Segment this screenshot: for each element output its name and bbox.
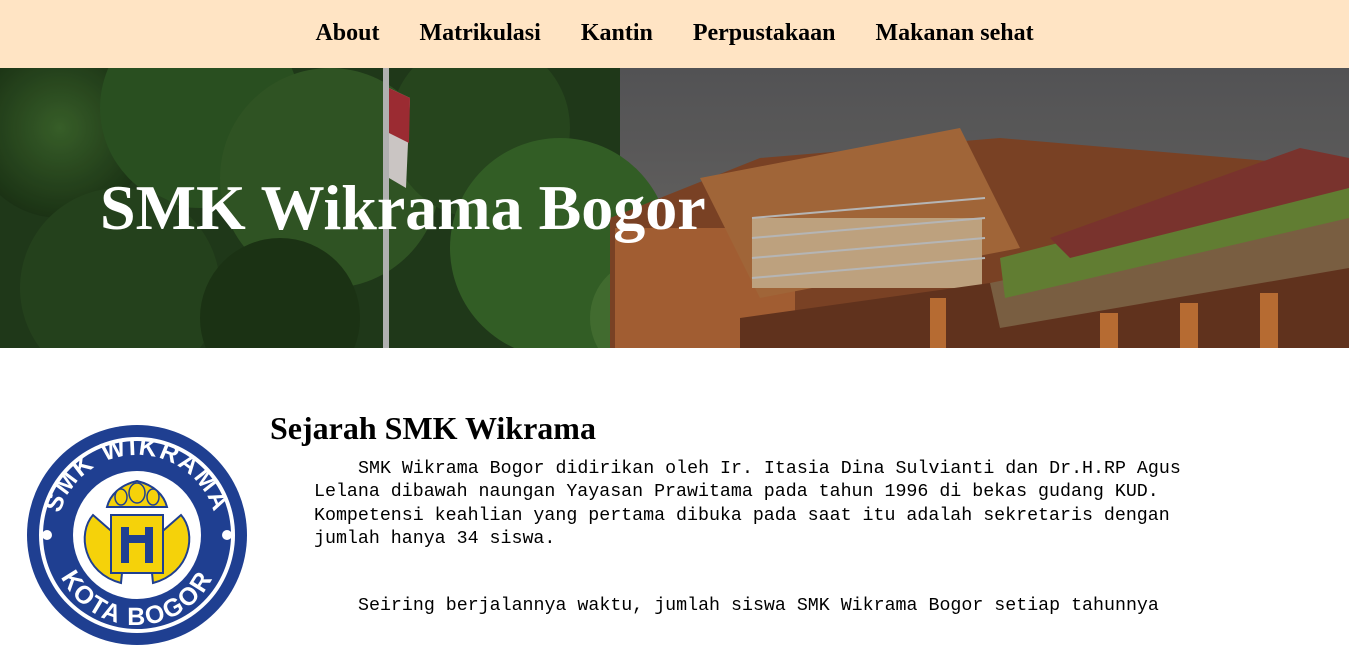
history-paragraph-2: Seiring berjalannya waktu, jumlah siswa … [358, 596, 1159, 616]
nav-link-kantin[interactable]: Kantin [581, 20, 653, 47]
school-logo: SMK WIKRAMA KOTA BOGOR [25, 423, 249, 647]
nav-link-about[interactable]: About [315, 20, 379, 47]
top-navbar: About Matrikulasi Kantin Perpustakaan Ma… [0, 0, 1349, 68]
hero-title: SMK Wikrama Bogor [100, 172, 706, 243]
nav-link-perpustakaan[interactable]: Perpustakaan [693, 20, 836, 47]
section-heading: Sejarah SMK Wikrama [270, 410, 596, 446]
history-paragraph-1: SMK Wikrama Bogor didirikan oleh Ir. Ita… [314, 459, 1181, 549]
nav-link-makanan-sehat[interactable]: Makanan sehat [876, 20, 1034, 47]
nav-link-matrikulasi[interactable]: Matrikulasi [419, 20, 540, 47]
hero-banner: SMK Wikrama Bogor [0, 68, 1349, 348]
